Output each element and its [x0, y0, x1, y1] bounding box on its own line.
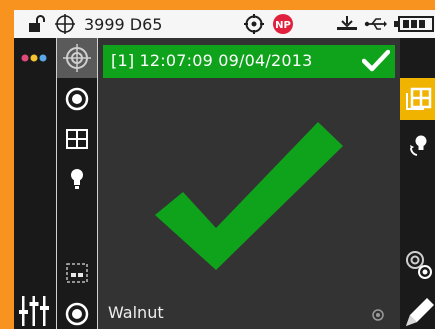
target-icon	[244, 14, 264, 34]
measurement-banner[interactable]: [1] 12:07:09 09/04/2013	[103, 45, 395, 78]
tool-active-slot[interactable]	[57, 38, 97, 78]
rotate-bulb-icon[interactable]	[408, 134, 430, 158]
np-badge-icon: NP	[273, 14, 293, 34]
tool-column	[56, 38, 98, 329]
crosshair-target-icon	[63, 44, 91, 72]
left-nav-strip	[14, 38, 56, 329]
measurement-panel: [1] 12:07:09 09/04/2013 Walnut	[98, 38, 400, 329]
menu-dots-icon[interactable]	[20, 52, 50, 64]
pass-check-small-icon	[362, 49, 390, 72]
grid-icon[interactable]	[66, 129, 88, 149]
bulb-icon[interactable]	[69, 168, 85, 190]
small-target-icon[interactable]	[372, 309, 384, 321]
grid-select-icon	[406, 87, 432, 110]
device-screen: 3999 D65 NP [1] 12:07:09 09/04/2013 Waln…	[0, 0, 435, 329]
battery-icon	[394, 16, 434, 32]
status-label: 3999 D65	[84, 15, 163, 34]
crosshair-icon	[55, 14, 75, 34]
np-badge-text: NP	[275, 20, 291, 31]
sample-name: Walnut	[108, 303, 164, 322]
sliders-icon[interactable]	[18, 296, 50, 326]
unlock-icon	[29, 15, 45, 32]
pencil-icon[interactable]	[404, 296, 435, 329]
ring-target-icon-bottom[interactable]	[65, 302, 89, 326]
right-active-tool[interactable]	[400, 78, 435, 120]
measurement-timestamp: [1] 12:07:09 09/04/2013	[111, 51, 313, 70]
target-small-icon[interactable]	[404, 248, 432, 280]
status-bar: 3999 D65 NP	[14, 10, 435, 38]
pass-checkmark-icon	[155, 122, 343, 270]
usb-icon	[364, 18, 387, 30]
dashed-box-icon[interactable]	[66, 263, 88, 283]
right-tool-strip	[400, 38, 435, 329]
ring-target-icon[interactable]	[65, 87, 89, 111]
stand-icon	[337, 16, 357, 30]
